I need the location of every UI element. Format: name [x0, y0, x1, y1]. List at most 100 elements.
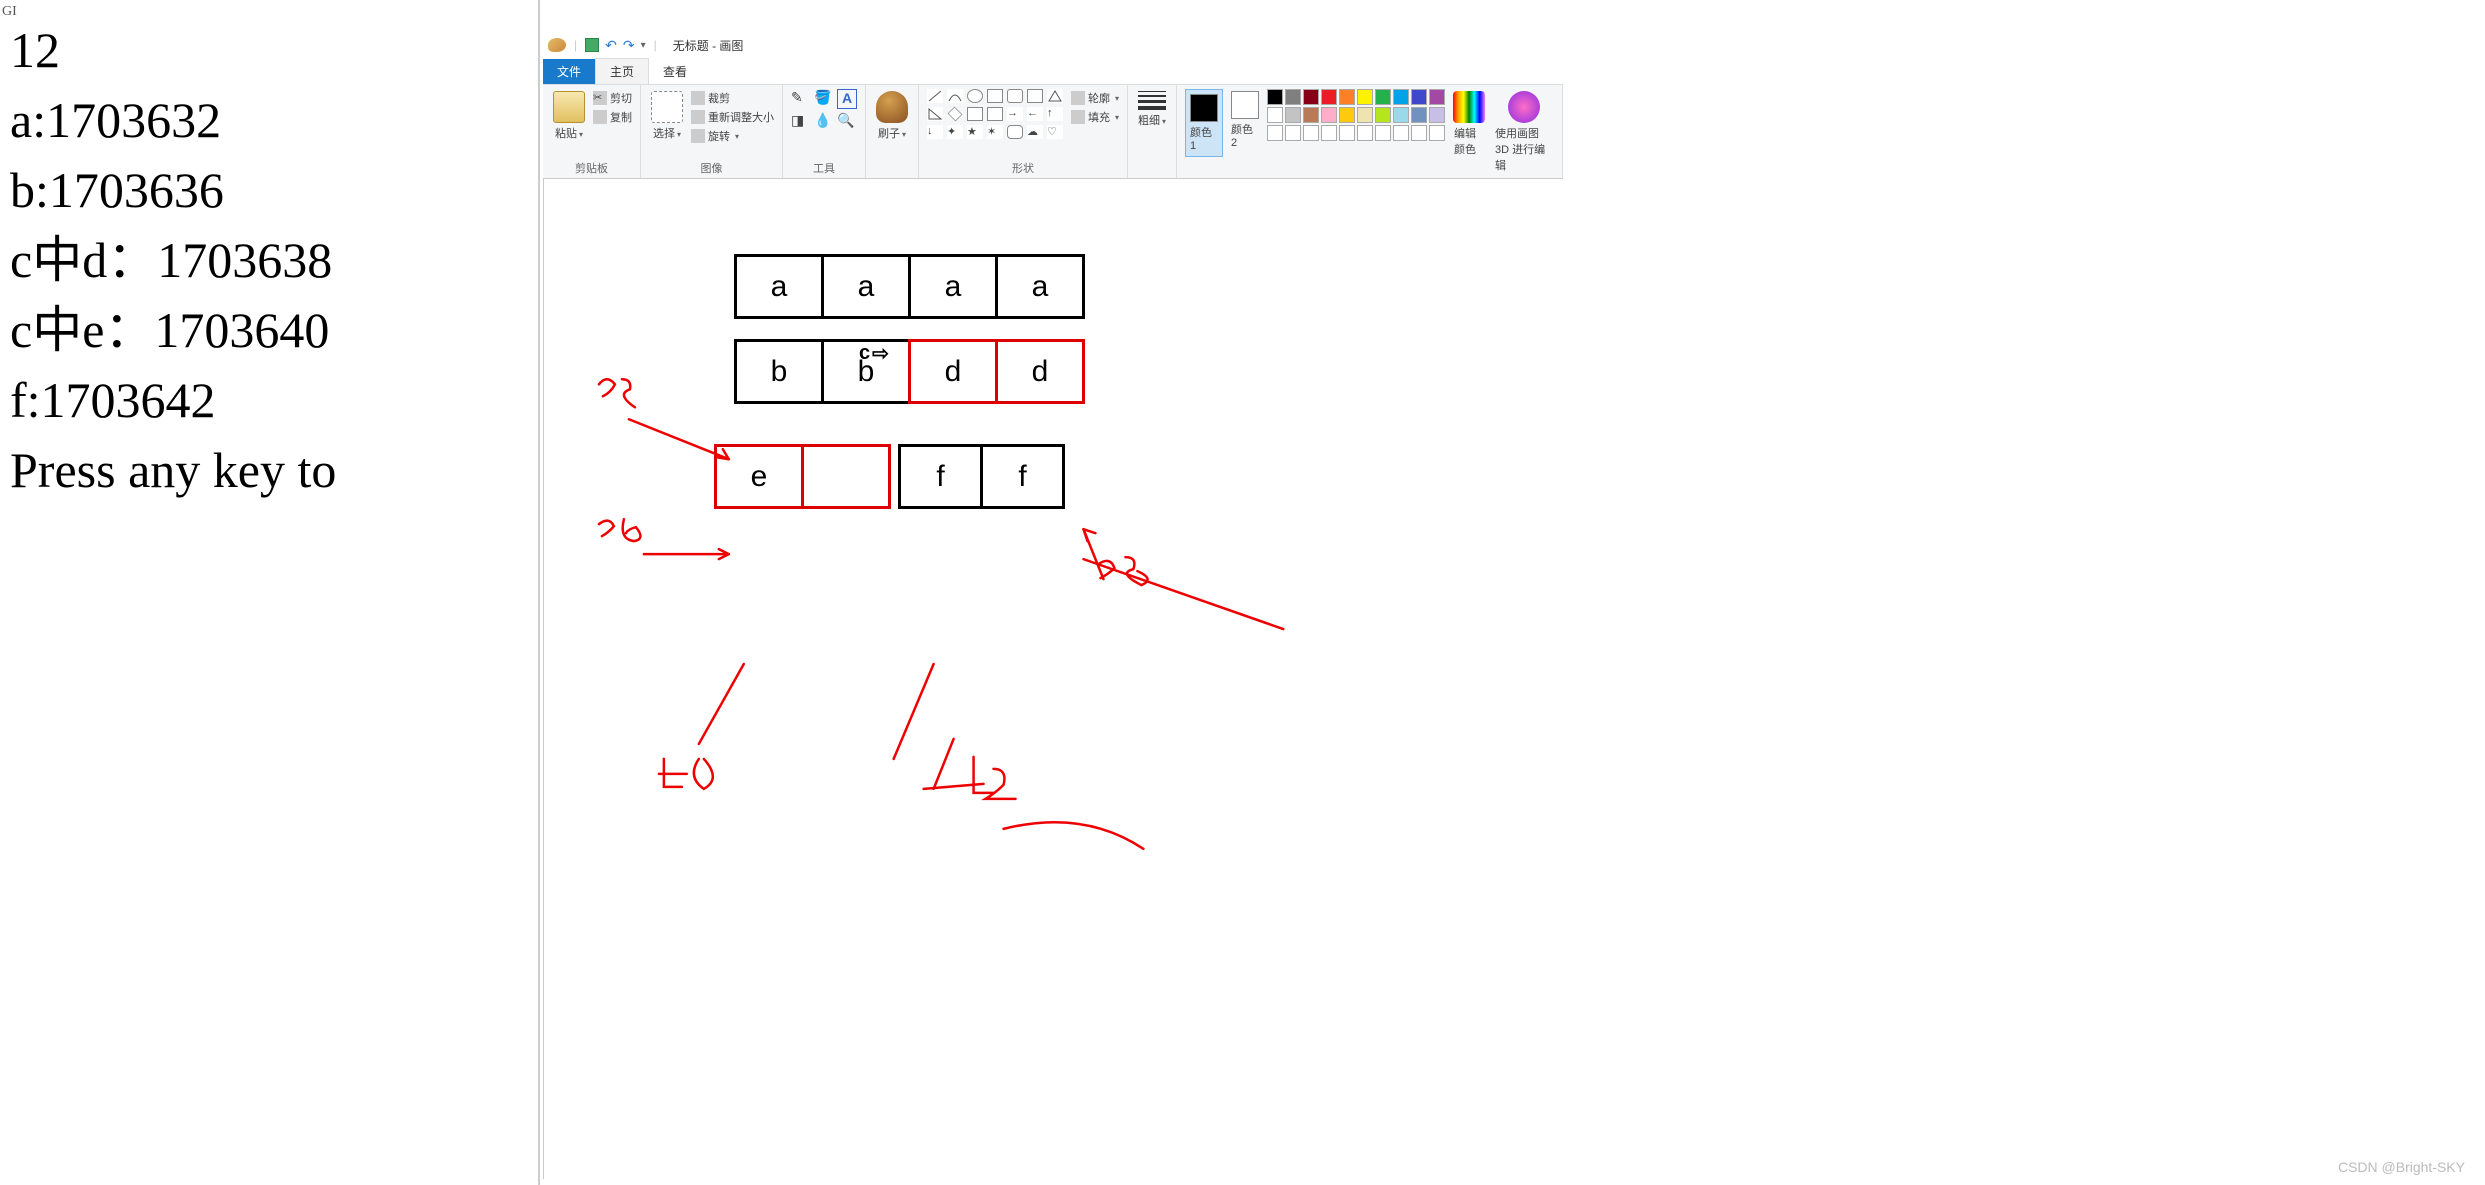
color-swatch[interactable]	[1285, 125, 1301, 141]
color-swatch[interactable]	[1429, 125, 1445, 141]
shape-diamond[interactable]	[948, 107, 963, 122]
color-swatch[interactable]	[1267, 107, 1283, 123]
mspaint-window: | ↶ ↷ ▾ | 无标题 - 画图 文件 主页 查看 粘贴 ✂剪切 复制	[543, 30, 1563, 810]
eyedropper-icon[interactable]: 💧	[814, 112, 834, 132]
color-swatch[interactable]	[1393, 125, 1409, 141]
select-icon	[651, 91, 683, 123]
color-swatch[interactable]	[1339, 125, 1355, 141]
color-swatch[interactable]	[1393, 107, 1409, 123]
bucket-icon[interactable]: 🪣	[814, 89, 834, 109]
shape-rtriangle[interactable]	[927, 107, 943, 121]
color-swatch[interactable]	[1393, 89, 1409, 105]
color-swatch[interactable]	[1411, 125, 1427, 141]
shape-oval[interactable]	[967, 89, 983, 103]
color2-button[interactable]: 颜色 2	[1229, 89, 1261, 151]
color1-label: 颜色 1	[1190, 124, 1218, 152]
canvas[interactable]: a a a a b b d d c⇨ e f f	[543, 179, 1563, 1179]
fill-icon	[1071, 110, 1085, 124]
color-swatch[interactable]	[1321, 89, 1337, 105]
shape-rect[interactable]	[987, 89, 1003, 103]
undo-icon[interactable]: ↶	[605, 37, 617, 54]
color-swatch[interactable]	[1411, 107, 1427, 123]
tab-file[interactable]: 文件	[543, 59, 595, 84]
color1-button[interactable]: 颜色 1	[1185, 89, 1223, 157]
color-swatch[interactable]	[1357, 89, 1373, 105]
shape-star4[interactable]: ✦	[947, 125, 963, 139]
shape-pentagon[interactable]	[967, 107, 983, 121]
tab-home[interactable]: 主页	[595, 58, 649, 84]
color-swatch[interactable]	[1303, 125, 1319, 141]
color-swatch[interactable]	[1429, 107, 1445, 123]
color-swatch[interactable]	[1321, 107, 1337, 123]
copy-button[interactable]: 复制	[593, 108, 632, 126]
shape-callout[interactable]	[1007, 125, 1023, 139]
crop-button[interactable]: 裁剪	[691, 89, 774, 107]
color-swatch[interactable]	[1285, 89, 1301, 105]
color-swatch[interactable]	[1375, 107, 1391, 123]
color-swatch[interactable]	[1303, 107, 1319, 123]
group-brushes: 刷子	[866, 85, 919, 178]
fill-button[interactable]: 填充	[1071, 108, 1119, 126]
text-icon[interactable]: A	[837, 89, 857, 109]
shape-arrow-r[interactable]: →	[1007, 107, 1023, 121]
c-arrow-label: c⇨	[859, 341, 889, 366]
resize-icon	[691, 110, 705, 124]
save-icon[interactable]	[585, 38, 599, 52]
rotate-button[interactable]: 旋转	[691, 127, 774, 145]
magnifier-icon[interactable]: 🔍	[837, 112, 857, 132]
shape-curve[interactable]	[947, 89, 963, 103]
shape-star5[interactable]: ★	[967, 125, 983, 139]
handwriting-overlay	[544, 179, 1563, 1179]
paint3d-button[interactable]: 使用画图 3D 进行编辑	[1493, 89, 1554, 175]
qat-customize-icon[interactable]: ▾	[641, 40, 646, 51]
shape-roundrect[interactable]	[1007, 89, 1023, 103]
color-swatch[interactable]	[1375, 89, 1391, 105]
shape-arrow-u[interactable]: ↑	[1047, 107, 1063, 121]
edit-colors-button[interactable]: 编辑颜色	[1451, 89, 1487, 159]
outline-button[interactable]: 轮廓	[1071, 89, 1119, 107]
color-swatch[interactable]	[1375, 125, 1391, 141]
color2-label: 颜色 2	[1231, 121, 1259, 149]
paint3d-label: 使用画图 3D 进行编辑	[1495, 125, 1552, 173]
color-swatch[interactable]	[1339, 107, 1355, 123]
tab-view[interactable]: 查看	[649, 59, 701, 84]
resize-button[interactable]: 重新调整大小	[691, 108, 774, 126]
memory-row-a: a a a a	[734, 254, 1085, 319]
shape-line[interactable]	[927, 89, 943, 103]
shape-cloud[interactable]: ☁	[1027, 125, 1043, 139]
shape-hexagon[interactable]	[987, 107, 1003, 121]
brush-icon	[876, 91, 908, 123]
color-swatch[interactable]	[1303, 89, 1319, 105]
eraser-icon[interactable]: ◨	[791, 112, 811, 132]
lineweight-button[interactable]: 粗细	[1136, 89, 1168, 130]
shape-triangle[interactable]	[1047, 89, 1063, 103]
cut-button[interactable]: ✂剪切	[593, 89, 632, 107]
color-swatch[interactable]	[1411, 89, 1427, 105]
shape-heart[interactable]: ♡	[1047, 125, 1063, 139]
color-swatch[interactable]	[1357, 107, 1373, 123]
color-swatch[interactable]	[1285, 107, 1301, 123]
color-swatch[interactable]	[1321, 125, 1337, 141]
memory-row-e: e	[714, 444, 891, 509]
color-swatch[interactable]	[1429, 89, 1445, 105]
color-swatch[interactable]	[1357, 125, 1373, 141]
shape-star6[interactable]: ✶	[987, 125, 1003, 139]
color-swatch[interactable]	[1339, 89, 1355, 105]
watermark: CSDN @Bright-SKY	[2338, 1159, 2465, 1175]
console-line: c中e：1703640	[10, 295, 538, 365]
shape-arrow-l[interactable]: ←	[1027, 107, 1043, 121]
group-label: 剪贴板	[575, 158, 608, 176]
select-button[interactable]: 选择	[649, 89, 685, 143]
group-image: 选择 裁剪 重新调整大小 旋转 图像	[641, 85, 783, 178]
shape-arrow-d[interactable]: ↓	[927, 125, 943, 139]
brush-button[interactable]: 刷子	[874, 89, 910, 143]
redo-icon[interactable]: ↷	[623, 37, 635, 54]
paste-button[interactable]: 粘贴	[551, 89, 587, 143]
console-line: Press any key to	[10, 435, 538, 505]
color-swatch[interactable]	[1267, 125, 1283, 141]
console-line: f:1703642	[10, 365, 538, 435]
pencil-icon[interactable]: ✎	[791, 89, 811, 109]
shape-polygon[interactable]	[1027, 89, 1043, 103]
color-swatch[interactable]	[1267, 89, 1283, 105]
shapes-gallery[interactable]: → ← ↑ ↓ ✦ ★ ✶ ☁ ♡	[927, 89, 1065, 141]
